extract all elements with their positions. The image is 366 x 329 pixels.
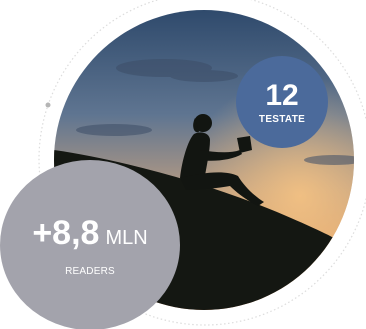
- infographic: 12 TESTATE +8,8 MLN READERS: [0, 0, 366, 329]
- readers-badge: +8,8 MLN READERS: [0, 160, 180, 329]
- testate-label: TESTATE: [258, 114, 306, 125]
- readers-label: READERS: [65, 265, 115, 277]
- testate-count: 12: [265, 79, 299, 112]
- readers-count: +8,8: [32, 213, 100, 252]
- readers-figure: +8,8 MLN: [32, 216, 147, 250]
- ring-dot: [45, 102, 51, 108]
- readers-unit: MLN: [105, 226, 148, 249]
- testate-badge: 12 TESTATE: [236, 56, 328, 148]
